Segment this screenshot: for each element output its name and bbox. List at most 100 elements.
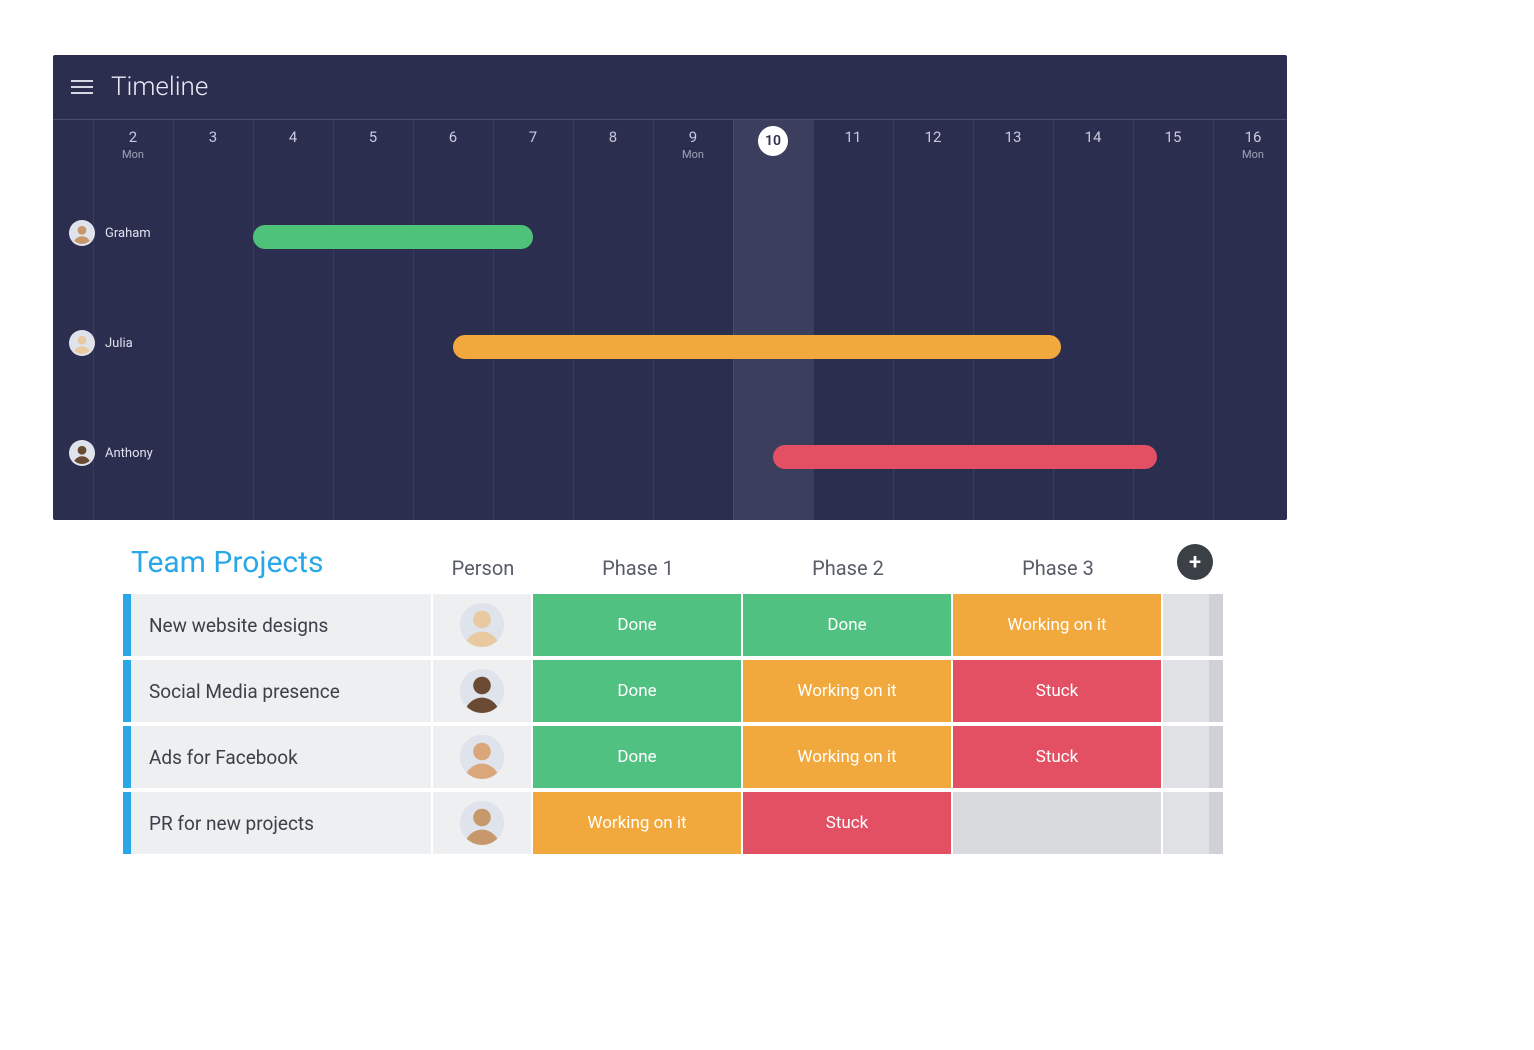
date-cell[interactable]: 4 (253, 120, 333, 180)
person-cell[interactable] (433, 660, 533, 722)
date-cell[interactable]: 10 (733, 120, 813, 180)
timeline-row: Julia (53, 330, 1287, 364)
projects-header-row: Team Projects Person Phase 1 Phase 2 Pha… (123, 544, 1223, 594)
timeline-body[interactable]: 2Mon3456789Mon10111213141516Mon GrahamJu… (53, 120, 1287, 520)
timeline-bar[interactable] (773, 445, 1157, 469)
timeline-row-person[interactable]: Anthony (69, 440, 153, 466)
status-cell[interactable] (953, 792, 1163, 854)
row-accent (123, 726, 131, 788)
row-tail (1163, 726, 1223, 788)
add-column-button[interactable]: + (1177, 544, 1213, 580)
date-cell[interactable]: 12 (893, 120, 973, 180)
today-badge: 10 (758, 126, 788, 156)
person-cell[interactable] (433, 594, 533, 656)
timeline-rows: Graham Julia Anthony (53, 180, 1287, 520)
status-cell[interactable]: Done (533, 726, 743, 788)
task-name-cell[interactable]: Ads for Facebook (131, 726, 433, 788)
date-number: 3 (173, 128, 253, 146)
date-number: 16 (1213, 128, 1287, 146)
date-cell[interactable]: 16 Mon (1213, 120, 1287, 180)
column-header-phase-1[interactable]: Phase 1 (533, 556, 743, 580)
status-cell[interactable]: Stuck (953, 726, 1163, 788)
date-number: 9 (653, 128, 733, 146)
table-row: Ads for Facebook DoneWorking on itStuck (123, 726, 1223, 788)
timeline-row-name: Graham (105, 226, 151, 241)
date-cell[interactable]: 6 (413, 120, 493, 180)
date-number: 2 (93, 128, 173, 146)
row-accent (123, 792, 131, 854)
avatar (460, 603, 504, 647)
column-header-phase-3[interactable]: Phase 3 (953, 556, 1163, 580)
column-header-phase-2[interactable]: Phase 2 (743, 556, 953, 580)
date-cell[interactable]: 14 (1053, 120, 1133, 180)
date-cell[interactable]: 11 (813, 120, 893, 180)
date-cell[interactable]: 2 Mon (93, 120, 173, 180)
date-number: 12 (893, 128, 973, 146)
status-cell[interactable]: Stuck (953, 660, 1163, 722)
status-cell[interactable]: Working on it (743, 660, 953, 722)
table-row: PR for new projects Working on itStuck (123, 792, 1223, 854)
date-cell[interactable]: 8 (573, 120, 653, 180)
person-cell[interactable] (433, 792, 533, 854)
status-cell[interactable]: Done (533, 594, 743, 656)
row-tail (1163, 660, 1223, 722)
status-cell[interactable]: Stuck (743, 792, 953, 854)
timeline-bar[interactable] (453, 335, 1061, 359)
timeline-panel: Timeline 2Mon3456789Mon10111213141516Mon… (53, 55, 1287, 520)
task-name-cell[interactable]: Social Media presence (131, 660, 433, 722)
timeline-date-strip: 2Mon3456789Mon10111213141516Mon (53, 120, 1287, 180)
avatar (69, 330, 95, 356)
row-accent (123, 660, 131, 722)
date-dayofweek: Mon (1213, 148, 1287, 161)
status-cell[interactable]: Done (743, 594, 953, 656)
date-dayofweek: Mon (93, 148, 173, 161)
timeline-row-name: Anthony (105, 446, 153, 461)
status-cell[interactable]: Done (533, 660, 743, 722)
avatar (69, 440, 95, 466)
row-accent (123, 594, 131, 656)
timeline-row-person[interactable]: Julia (69, 330, 133, 356)
plus-icon: + (1189, 550, 1201, 575)
row-tail (1163, 792, 1223, 854)
date-cell[interactable]: 3 (173, 120, 253, 180)
timeline-bar[interactable] (253, 225, 533, 249)
task-name-cell[interactable]: New website designs (131, 594, 433, 656)
date-cell[interactable]: 15 (1133, 120, 1213, 180)
date-cell[interactable]: 13 (973, 120, 1053, 180)
timeline-title: Timeline (111, 72, 208, 102)
table-row: Social Media presence DoneWorking on itSt… (123, 660, 1223, 722)
status-cell[interactable]: Working on it (743, 726, 953, 788)
person-cell[interactable] (433, 726, 533, 788)
date-cell[interactable]: 7 (493, 120, 573, 180)
projects-table: Team Projects Person Phase 1 Phase 2 Pha… (123, 544, 1223, 854)
timeline-row-person[interactable]: Graham (69, 220, 151, 246)
row-tail (1163, 594, 1223, 656)
date-number: 13 (973, 128, 1053, 146)
column-header-person[interactable]: Person (433, 556, 533, 580)
date-dayofweek: Mon (653, 148, 733, 161)
date-number: 4 (253, 128, 333, 146)
timeline-row: Graham (53, 220, 1287, 254)
date-number: 6 (413, 128, 493, 146)
projects-title: Team Projects (123, 545, 433, 580)
date-number: 11 (813, 128, 893, 146)
date-number: 8 (573, 128, 653, 146)
date-number: 7 (493, 128, 573, 146)
date-number: 5 (333, 128, 413, 146)
date-cell[interactable]: 9 Mon (653, 120, 733, 180)
timeline-row: Anthony (53, 440, 1287, 474)
date-number: 14 (1053, 128, 1133, 146)
menu-icon[interactable] (71, 76, 93, 98)
avatar (69, 220, 95, 246)
avatar (460, 801, 504, 845)
table-row: New website designsDoneDoneWorking on it (123, 594, 1223, 656)
date-cell[interactable]: 5 (333, 120, 413, 180)
timeline-header: Timeline (53, 55, 1287, 120)
avatar (460, 669, 504, 713)
timeline-row-name: Julia (105, 336, 133, 351)
task-name-cell[interactable]: PR for new projects (131, 792, 433, 854)
date-number: 15 (1133, 128, 1213, 146)
status-cell[interactable]: Working on it (533, 792, 743, 854)
avatar (460, 735, 504, 779)
status-cell[interactable]: Working on it (953, 594, 1163, 656)
